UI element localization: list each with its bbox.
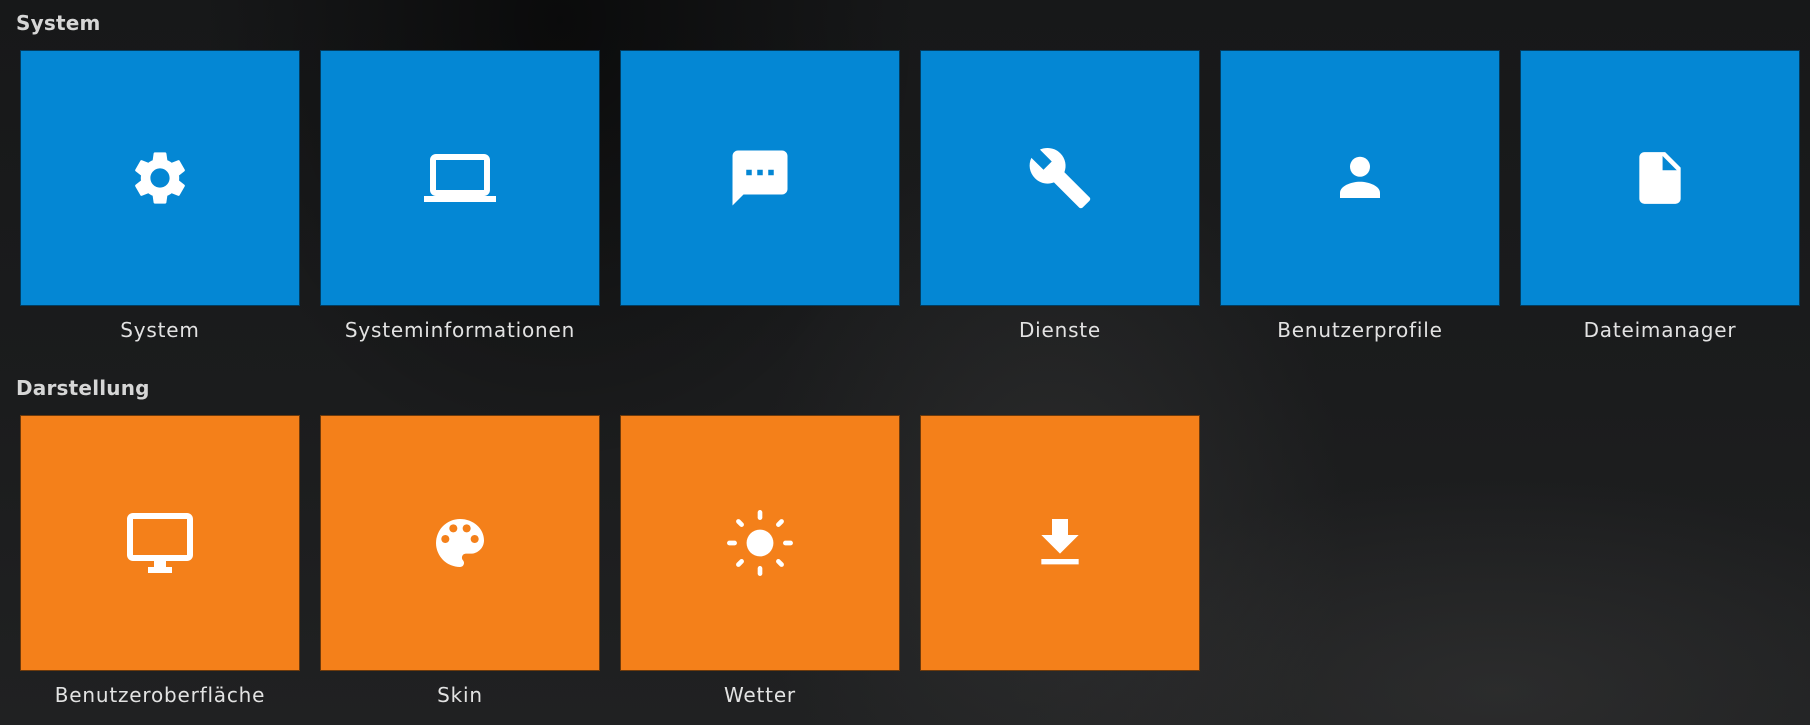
- user-icon: [1330, 148, 1390, 208]
- tile-label-system: System: [120, 318, 200, 342]
- settings-screen: System System Systeminformationen Dienst…: [0, 0, 1810, 725]
- palette-icon: [428, 511, 492, 575]
- tile-label-skin: Skin: [437, 683, 483, 707]
- tile-label-benutzeroberflaeche: Benutzeroberfläche: [54, 683, 266, 707]
- tile-system[interactable]: [20, 50, 300, 306]
- sun-icon: [725, 508, 795, 578]
- tile-benutzeroberflaeche[interactable]: [20, 415, 300, 671]
- tile-dateimanager[interactable]: [1520, 50, 1800, 306]
- file-icon: [1629, 147, 1691, 209]
- tile-dienste[interactable]: [920, 50, 1200, 306]
- tile-label-systeminformationen: Systeminformationen: [344, 318, 576, 342]
- tile-systeminformationen[interactable]: [320, 50, 600, 306]
- tile-skin[interactable]: [320, 415, 600, 671]
- tile-wetter[interactable]: [620, 415, 900, 671]
- section-title-darstellung: Darstellung: [16, 376, 150, 400]
- monitor-icon: [124, 507, 196, 579]
- laptop-icon: [424, 142, 496, 214]
- tile-benutzerprofile[interactable]: [1220, 50, 1500, 306]
- section-title-system: System: [16, 11, 101, 35]
- tile-chat[interactable]: [620, 50, 900, 306]
- chat-bubble-icon: [727, 145, 793, 211]
- tile-label-wetter: Wetter: [724, 683, 796, 707]
- wrench-icon: [1027, 145, 1093, 211]
- tile-download[interactable]: [920, 415, 1200, 671]
- gear-icon: [128, 146, 192, 210]
- tile-label-dateimanager: Dateimanager: [1583, 318, 1737, 342]
- tile-label-dienste: Dienste: [1018, 318, 1102, 342]
- download-icon: [1028, 511, 1092, 575]
- tile-label-benutzerprofile: Benutzerprofile: [1277, 318, 1443, 342]
